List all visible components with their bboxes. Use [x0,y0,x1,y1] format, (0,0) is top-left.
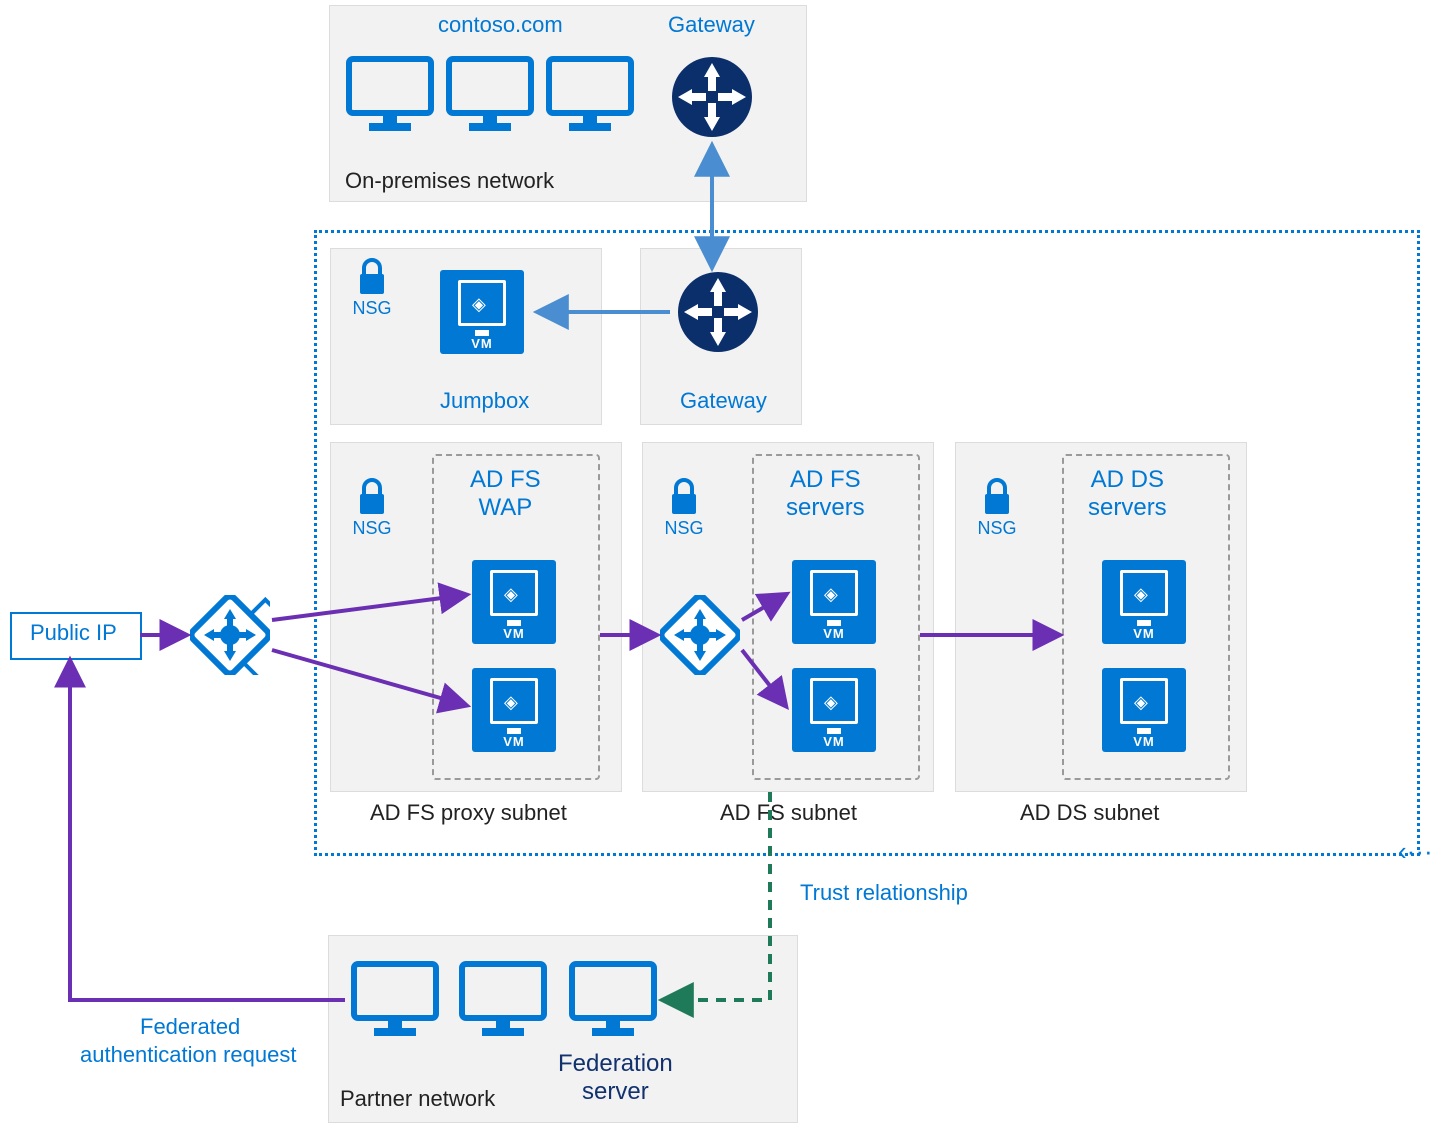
adfs-vm-icon: VM [792,668,876,752]
adfs-subnet-label: AD FS subnet [720,800,857,826]
vnet-router-icon [676,270,760,354]
adds-subnet-label: AD DS subnet [1020,800,1159,826]
fed-request-label-1: Federated [140,1014,240,1040]
onprem-title: On-premises network [345,168,554,194]
onprem-gateway-label: Gateway [668,12,755,38]
partner-network-label: Partner network [340,1086,495,1112]
load-balancer-icon [660,595,740,675]
adfs-title: AD FSservers [786,466,865,521]
onprem-domain-label: contoso.com [438,12,563,38]
trust-label: Trust relationship [800,880,968,906]
nsg-label: NSG [654,518,714,539]
jumpbox-vm-icon: VM [440,270,524,354]
nsg-lock-icon: NSG [342,258,402,318]
vnet-expand-icon: ‹···› [1398,836,1433,867]
federation-server-icon [568,960,658,1038]
federation-server-label: Federationserver [558,1050,673,1105]
public-ip-label: Public IP [30,620,117,646]
adds-vm-icon: VM [1102,560,1186,644]
adfs-wap-vm-icon: VM [472,560,556,644]
onprem-monitor-icon [345,55,435,133]
nsg-lock-icon: NSG [342,478,402,538]
adfs-wap-vm-icon: VM [472,668,556,752]
nsg-lock-icon: NSG [967,478,1027,538]
adfs-proxy-subnet-label: AD FS proxy subnet [370,800,567,826]
partner-monitor-icon [458,960,548,1038]
nsg-label: NSG [967,518,1027,539]
vnet-gateway-label: Gateway [680,388,767,414]
nsg-label: NSG [342,298,402,319]
onprem-monitor-icon [445,55,535,133]
nsg-lock-icon: NSG [654,478,714,538]
adds-title: AD DSservers [1088,466,1167,521]
adfs-wap-title: AD FSWAP [470,466,541,521]
adds-vm-icon: VM [1102,668,1186,752]
jumpbox-label: Jumpbox [440,388,529,414]
fed-request-label-2: authentication request [80,1042,297,1068]
partner-monitor-icon [350,960,440,1038]
adfs-vm-icon: VM [792,560,876,644]
nsg-label: NSG [342,518,402,539]
onprem-monitor-icon [545,55,635,133]
load-balancer-icon [190,595,270,675]
onprem-router-icon [670,55,754,139]
